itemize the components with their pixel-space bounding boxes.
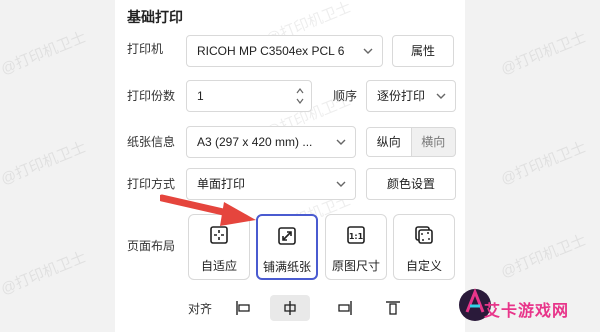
chevron-down-icon [336, 139, 346, 145]
copies-stepper[interactable]: 1 [186, 80, 312, 112]
watermark: @打印机卫士 [0, 28, 89, 79]
align-right-button[interactable] [325, 295, 365, 321]
order-value: 逐份打印 [377, 89, 426, 103]
orientation-portrait[interactable]: 纵向 [367, 128, 412, 156]
page-layout-label: 页面布局 [127, 239, 176, 253]
align-left-icon [236, 301, 250, 315]
annotation-arrow-icon [160, 194, 256, 226]
order-select[interactable]: 逐份打印 [366, 80, 456, 112]
copies-label: 打印份数 [127, 89, 176, 103]
printer-properties-button[interactable]: 属性 [392, 35, 454, 67]
order-label: 顺序 [333, 89, 358, 103]
layout-fill-label: 铺满纸张 [262, 260, 311, 274]
watermark: @打印机卫士 [0, 138, 89, 189]
print-mode-value: 单面打印 [197, 177, 246, 191]
watermark: @打印机卫士 [0, 248, 89, 299]
align-center-icon [284, 301, 296, 315]
original-size-icon: 1:1 [347, 226, 365, 244]
layout-custom-option[interactable]: 自定义 [393, 214, 455, 280]
stepper-arrows-icon[interactable] [296, 86, 304, 106]
align-right-icon [338, 301, 352, 315]
align-label: 对齐 [188, 302, 213, 316]
watermark: @打印机卫士 [498, 138, 589, 189]
chevron-down-icon [436, 93, 446, 99]
custom-size-icon [415, 226, 433, 244]
align-left-button[interactable] [223, 295, 263, 321]
watermark: @打印机卫士 [498, 231, 589, 282]
align-top-button[interactable] [373, 295, 413, 321]
paper-label: 纸张信息 [127, 135, 176, 149]
print-settings-panel: 基础打印 @打印机卫士 @打印机卫士 @打印机卫士 打印机 RICOH MP C… [115, 0, 465, 332]
printer-value: RICOH MP C3504ex PCL 6 [197, 44, 345, 58]
watermark: @打印机卫士 [498, 28, 589, 79]
chevron-down-icon [363, 48, 373, 54]
section-title: 基础打印 [127, 9, 183, 25]
align-top-icon [386, 301, 400, 315]
layout-original-label: 原图尺寸 [331, 259, 380, 273]
paper-size-select[interactable]: A3 (297 x 420 mm) ... [186, 126, 356, 158]
layout-fill-option[interactable]: 铺满纸张 [256, 214, 318, 280]
printer-select[interactable]: RICOH MP C3504ex PCL 6 [186, 35, 383, 67]
orientation-landscape[interactable]: 横向 [412, 128, 456, 156]
align-center-button[interactable] [270, 295, 310, 321]
orientation-toggle: 纵向 横向 [366, 127, 456, 157]
site-logo-text: 艾卡游戏网 [484, 303, 570, 320]
chevron-down-icon [336, 181, 346, 187]
layout-original-option[interactable]: 1:1 原图尺寸 [325, 214, 387, 280]
color-settings-button[interactable]: 颜色设置 [366, 168, 456, 200]
paper-value: A3 (297 x 420 mm) ... [197, 135, 313, 149]
printer-label: 打印机 [127, 42, 164, 56]
copies-value: 1 [197, 89, 204, 103]
expand-icon [278, 227, 296, 245]
original-size-glyph: 1:1 [349, 232, 364, 241]
layout-custom-label: 自定义 [405, 259, 442, 273]
layout-fit-label: 自适应 [200, 259, 237, 273]
